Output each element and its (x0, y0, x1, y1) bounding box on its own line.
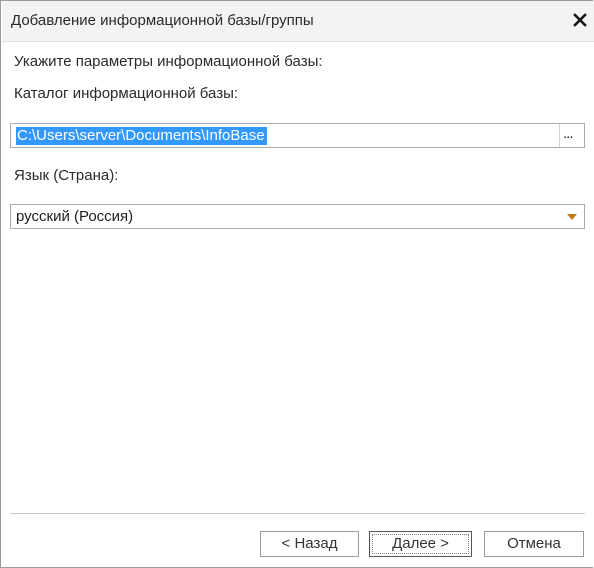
next-button[interactable]: Далее > (369, 531, 472, 557)
title-bar: Добавление информационной базы/группы (2, 1, 594, 42)
cancel-button[interactable]: Отмена (484, 531, 584, 557)
form-heading: Укажите параметры информационной базы: (14, 53, 323, 70)
add-infobase-dialog: Добавление информационной базы/группы Ук… (0, 0, 594, 568)
close-icon (573, 13, 587, 27)
language-value: русский (Россия) (16, 208, 134, 225)
ellipsis-icon: ... (563, 125, 573, 142)
catalog-path-input[interactable]: C:\Users\server\Documents\InfoBase ... (10, 123, 585, 148)
dialog-title: Добавление информационной базы/группы (11, 12, 314, 29)
catalog-path-value-wrap: C:\Users\server\Documents\InfoBase (16, 127, 267, 145)
language-label: Язык (Страна): (14, 167, 119, 184)
catalog-path-value: C:\Users\server\Documents\InfoBase (16, 127, 267, 145)
catalog-label: Каталог информационной базы: (14, 85, 239, 102)
footer-divider (10, 513, 585, 514)
chevron-down-icon (567, 214, 577, 220)
language-dropdown-button[interactable] (560, 205, 584, 228)
language-select[interactable]: русский (Россия) (10, 204, 585, 229)
close-button[interactable] (567, 5, 593, 35)
back-button[interactable]: < Назад (260, 531, 359, 557)
browse-button[interactable]: ... (559, 124, 584, 147)
focus-outline (372, 534, 469, 554)
